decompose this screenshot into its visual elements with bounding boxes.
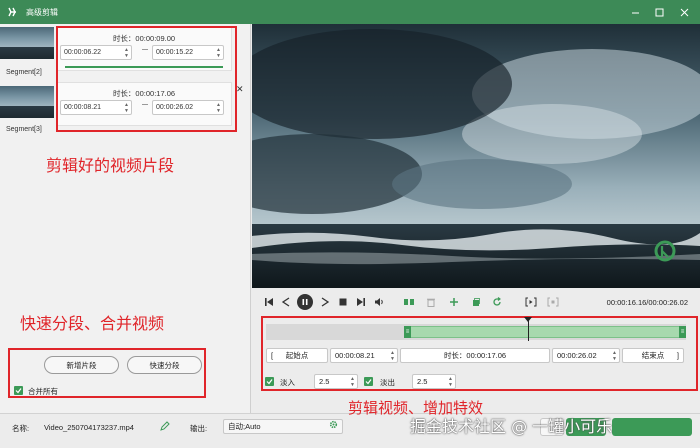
split-button[interactable]: [402, 295, 416, 309]
app-logo-icon: [6, 5, 20, 19]
segment-label: Segment[3]: [6, 126, 42, 133]
fade-in-field[interactable]: 2.5 ▲ ▼: [314, 374, 358, 389]
duration-display: 时长：00:00:17.06: [400, 348, 550, 363]
add-button[interactable]: [447, 295, 461, 309]
next-frame-button[interactable]: [318, 295, 332, 309]
go-start-button[interactable]: [262, 295, 276, 309]
timeline-selection[interactable]: [406, 326, 686, 338]
plus-icon: [450, 298, 458, 306]
playback-timecode: 00:00:16.16/00:00:26.02: [606, 298, 688, 307]
close-icon: [680, 8, 688, 16]
skip-start-icon: [265, 298, 273, 306]
set-start-button[interactable]: [ 起始点: [266, 348, 328, 363]
playhead-line: [528, 319, 529, 341]
merge-all-checkbox[interactable]: [14, 386, 23, 395]
copy-icon: [473, 298, 480, 306]
minimize-icon: [631, 12, 639, 13]
annotation-split-merge: 快速分段、合并视频: [20, 314, 165, 333]
end-time-field[interactable]: 00:00:26.02 ▲ ▼: [552, 348, 620, 363]
skip-end-icon: [357, 298, 365, 306]
fade-out-field[interactable]: 2.5 ▲ ▼: [412, 374, 456, 389]
output-label: 输出:: [190, 424, 208, 433]
spinner-icon[interactable]: ▲ ▼: [390, 350, 395, 362]
stop-icon: [339, 298, 347, 306]
maximize-button[interactable]: [647, 0, 671, 24]
fade-in-label: 淡入: [280, 378, 295, 387]
segment-thumbnail[interactable]: [0, 86, 54, 118]
new-segment-button[interactable]: 新增片段: [44, 356, 119, 374]
segment-thumbnail[interactable]: [0, 27, 54, 59]
annotation-clips: 剪辑好的视频片段: [46, 156, 175, 175]
title-bar: 高级剪辑: [0, 0, 700, 24]
timeline-start-handle[interactable]: ≡: [404, 326, 411, 338]
bracket-left-icon: [: [271, 351, 274, 360]
check-icon: [365, 379, 372, 385]
step-forward-icon: [321, 297, 330, 307]
window-title: 高级剪辑: [26, 7, 58, 17]
mark-in-icon: [525, 297, 537, 307]
video-frame: [252, 24, 700, 288]
mark-in-button[interactable]: [524, 295, 538, 309]
name-label: 名称:: [12, 424, 30, 433]
start-time-field[interactable]: 00:00:08.21 ▲ ▼: [330, 348, 398, 363]
annotation-box: [56, 26, 237, 132]
output-path-field[interactable]: 自动;Auto: [223, 419, 343, 434]
player-controls: 00:00:16.16/00:00:26.02 ≡ ≡ [ 起始点 00:00:…: [252, 288, 700, 413]
settings-gear-icon[interactable]: [329, 420, 338, 433]
delete-segment-icon[interactable]: ✕: [236, 84, 244, 95]
check-icon: [266, 379, 273, 385]
delete-button[interactable]: [424, 295, 438, 309]
pause-icon: [302, 299, 308, 305]
fade-in-checkbox[interactable]: [265, 377, 274, 386]
speaker-icon: [374, 298, 383, 306]
trash-icon: [427, 298, 435, 307]
go-end-button[interactable]: [354, 295, 368, 309]
segment-label: Segment[2]: [6, 69, 42, 76]
refresh-icon: [493, 297, 501, 306]
pause-button[interactable]: [297, 294, 313, 310]
set-end-button[interactable]: 结束点 ]: [622, 348, 684, 363]
step-back-icon: [281, 297, 290, 307]
stop-button[interactable]: [336, 295, 350, 309]
video-preview[interactable]: [252, 24, 700, 288]
mark-out-button[interactable]: [546, 295, 560, 309]
bracket-right-icon: ]: [676, 351, 679, 360]
copy-button[interactable]: [469, 295, 483, 309]
volume-button[interactable]: [372, 295, 386, 309]
mark-out-icon: [547, 297, 559, 307]
timeline-track[interactable]: ≡ ≡: [266, 317, 686, 341]
maximize-icon: [655, 8, 663, 16]
reset-button[interactable]: [490, 295, 504, 309]
quick-split-button[interactable]: 快速分段: [127, 356, 202, 374]
edit-name-icon[interactable]: [160, 421, 170, 433]
fade-out-checkbox[interactable]: [364, 377, 373, 386]
spinner-icon[interactable]: ▲ ▼: [350, 376, 355, 388]
minimize-button[interactable]: [623, 0, 647, 24]
close-button[interactable]: [672, 0, 696, 24]
save-button[interactable]: [612, 418, 692, 436]
watermark: 掘金技术社区 @ 一罐小可乐: [410, 417, 613, 436]
prev-frame-button[interactable]: [279, 295, 293, 309]
left-panel: Segment[2] Segment[3] 时长：00:00:09.00 00:…: [0, 24, 251, 413]
spinner-icon[interactable]: ▲ ▼: [612, 350, 617, 362]
fade-out-label: 淡出: [380, 378, 395, 387]
spinner-icon[interactable]: ▲ ▼: [448, 376, 453, 388]
timeline-end-handle[interactable]: ≡: [679, 326, 686, 338]
check-icon: [15, 388, 22, 394]
split-icon: [404, 299, 414, 305]
file-name: Video_250704173237.mp4: [44, 423, 134, 432]
merge-all-label: 合并所有: [28, 387, 58, 396]
